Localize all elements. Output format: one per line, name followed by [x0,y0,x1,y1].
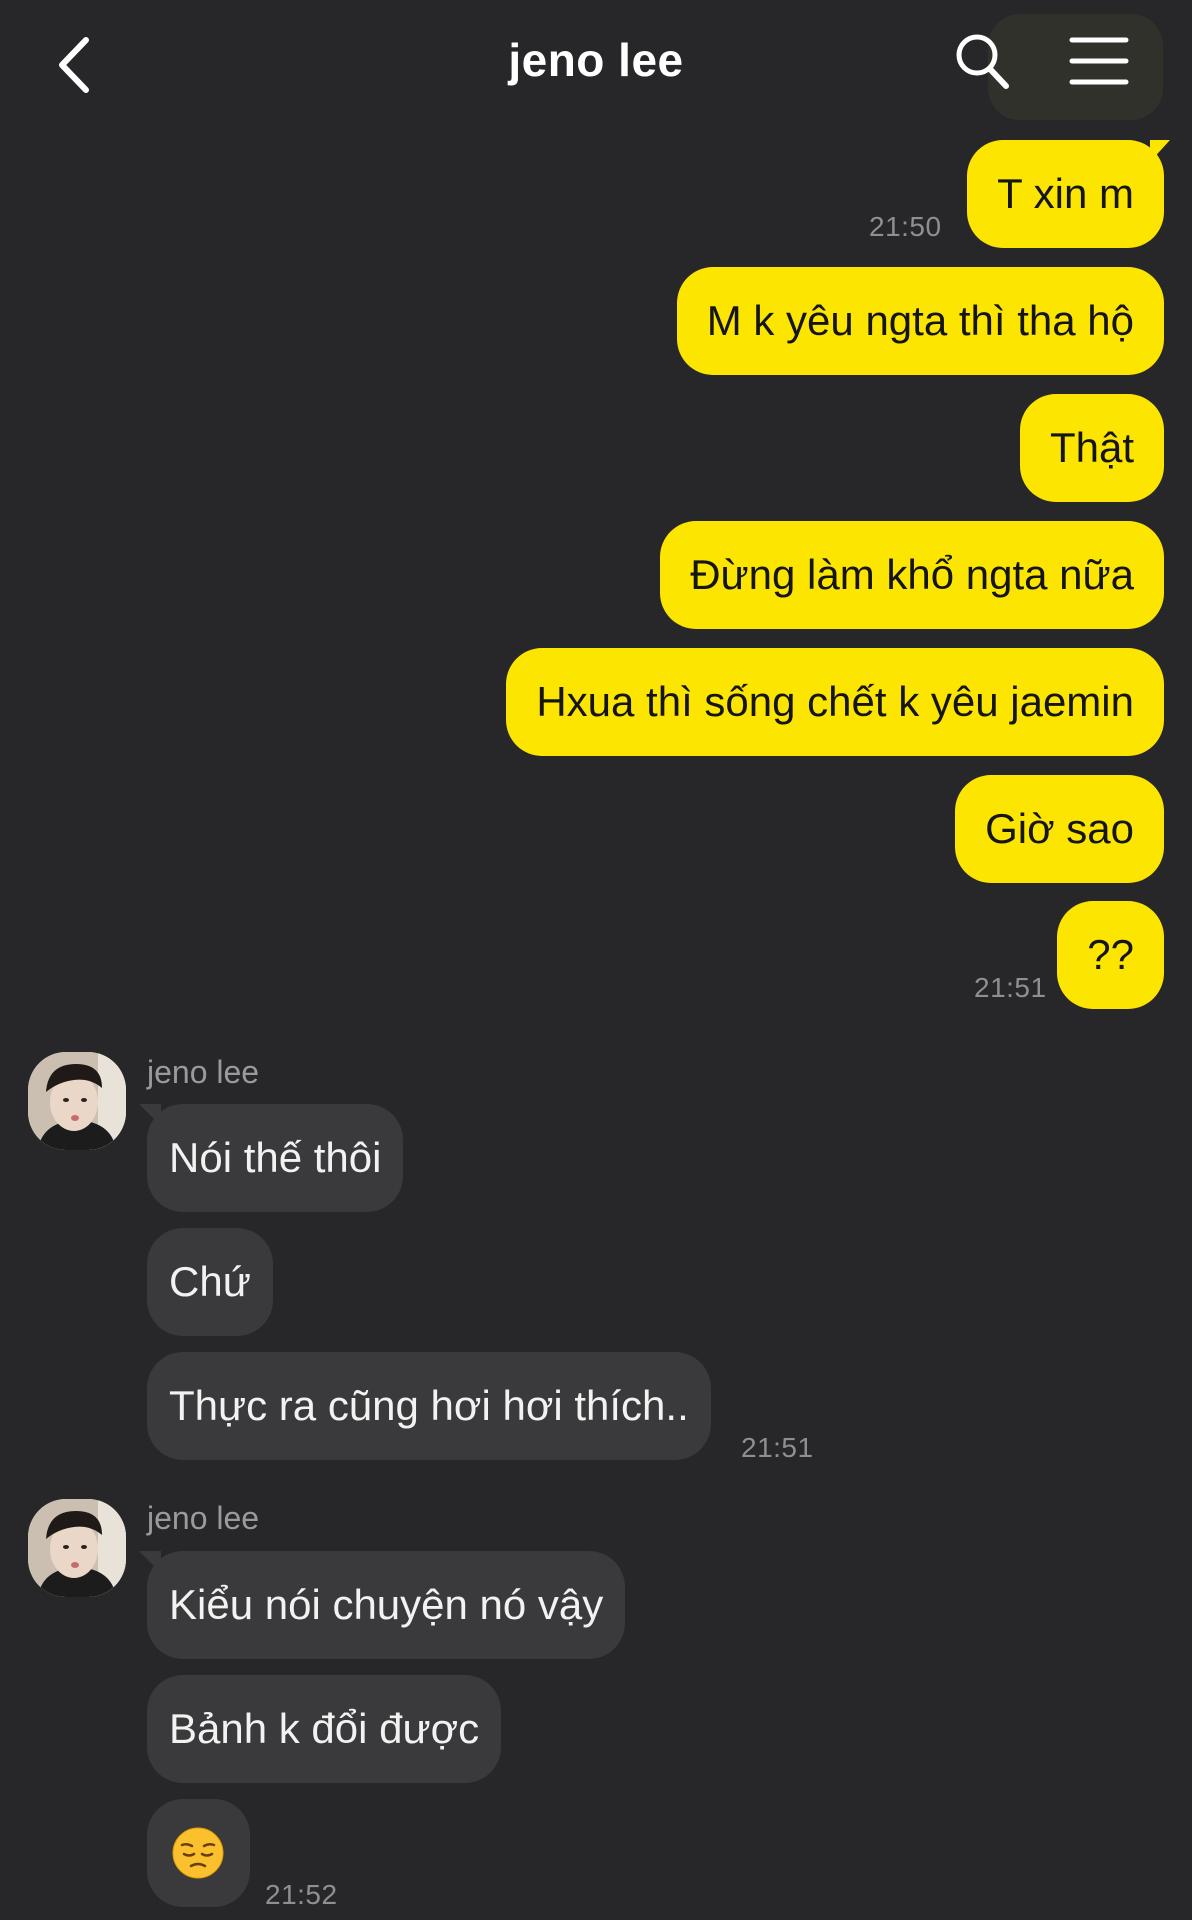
avatar[interactable] [28,1052,126,1150]
outgoing-message[interactable]: Đừng làm khổ ngta nữa [660,521,1164,629]
incoming-message[interactable]: Nói thế thôi [147,1104,404,1212]
timestamp: 21:52 [265,1879,338,1910]
outgoing-message[interactable]: Giờ sao [955,775,1164,883]
avatar-photo [28,1499,126,1597]
outgoing-message[interactable]: M k yêu ngta thì tha hộ [676,267,1164,375]
incoming-message[interactable]: Thực ra cũng hơi hơi thích.. [147,1352,711,1460]
outgoing-message[interactable]: ?? [1057,901,1164,1009]
outgoing-message[interactable]: Thật [1019,394,1164,502]
timestamp: 21:50 [869,211,942,242]
chat-header: jeno lee [0,0,1192,130]
sender-name: jeno lee [147,1500,260,1536]
incoming-message[interactable] [147,1799,250,1907]
incoming-message[interactable]: Bảnh k đổi được [147,1675,502,1783]
avatar[interactable] [28,1499,126,1597]
hamburger-menu-icon [1069,37,1129,85]
outgoing-message[interactable]: T xin m [967,140,1164,248]
incoming-message[interactable]: Kiểu nói chuyện nó vậy [147,1551,626,1659]
pensive-face-icon [172,1827,224,1879]
search-icon [956,34,1009,89]
chat-title: jeno lee [508,34,684,86]
sender-name: jeno lee [147,1054,260,1090]
search-button[interactable] [952,30,1012,92]
menu-button[interactable] [1068,34,1130,88]
outgoing-message[interactable]: Hxua thì sống chết k yêu jaemin [506,648,1164,756]
timestamp: 21:51 [741,1432,814,1463]
incoming-message[interactable]: Chứ [147,1228,273,1336]
timestamp: 21:51 [974,972,1047,1003]
avatar-photo [28,1052,126,1150]
